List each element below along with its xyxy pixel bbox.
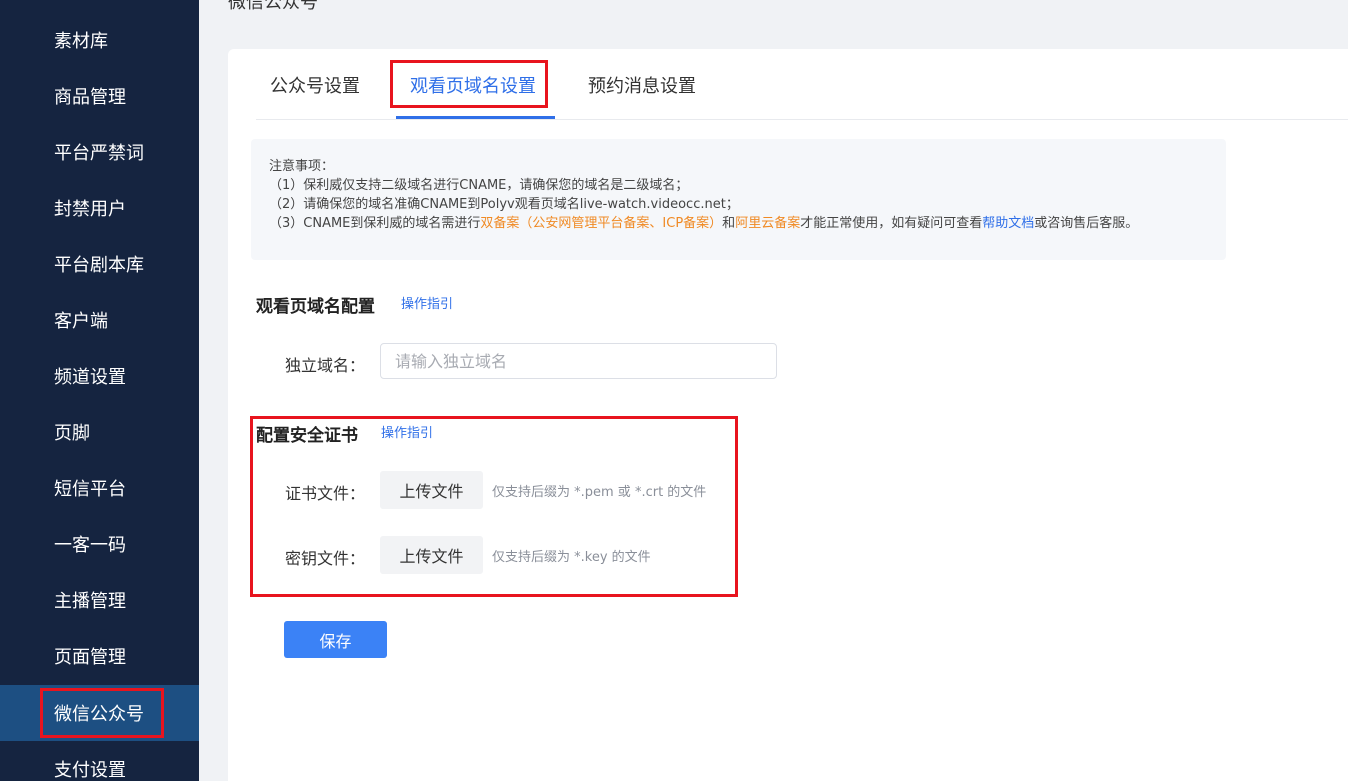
- sidebar-item-payment-settings[interactable]: 支付设置: [0, 741, 199, 781]
- sidebar-item-material-library[interactable]: 素材库: [0, 12, 199, 68]
- cert-file-hint: 仅支持后缀为 *.pem 或 *.crt 的文件: [492, 485, 707, 500]
- notice-line-3: （3）CNAME到保利威的域名需进行双备案（公安网管理平台备案、ICP备案）和阿…: [269, 214, 1226, 233]
- notice-line-3-text-e: 才能正常使用，如有疑问可查看: [800, 216, 983, 231]
- domain-section-title: 观看页域名配置: [256, 297, 375, 317]
- key-file-hint: 仅支持后缀为 *.key 的文件: [492, 550, 651, 565]
- notice-heading: 注意事项：: [269, 159, 335, 174]
- tab-reservation-message[interactable]: 预约消息设置: [588, 72, 696, 98]
- highlight-box-sidebar: [40, 688, 164, 738]
- notice-box: 注意事项： （1）保利威仅支持二级域名进行CNAME，请确保您的域名是二级域名；…: [251, 139, 1226, 260]
- cert-upload-button[interactable]: 上传文件: [380, 471, 483, 509]
- sidebar-item-banned-users[interactable]: 封禁用户: [0, 180, 199, 236]
- domain-guide-link[interactable]: 操作指引: [401, 293, 453, 312]
- highlight-box-tab: [390, 60, 548, 108]
- cert-guide-link[interactable]: 操作指引: [381, 422, 433, 441]
- save-button[interactable]: 保存: [284, 621, 387, 658]
- sidebar-item-client[interactable]: 客户端: [0, 292, 199, 348]
- sidebar-item-footer[interactable]: 页脚: [0, 404, 199, 460]
- help-doc-link[interactable]: 帮助文档: [982, 216, 1034, 231]
- notice-line-3-text-c: 和: [722, 216, 736, 231]
- sidebar: 素材库 商品管理 平台严禁词 封禁用户 平台剧本库 客户端 频道设置 页脚 短信…: [0, 0, 199, 781]
- notice-line-1: （1）保利威仅支持二级域名进行CNAME，请确保您的域名是二级域名；: [269, 178, 689, 193]
- sidebar-item-one-guest-one-code[interactable]: 一客一码: [0, 516, 199, 572]
- domain-input[interactable]: [380, 343, 777, 379]
- key-upload-button[interactable]: 上传文件: [380, 536, 483, 574]
- notice-aliyun-filing: 阿里云备案: [735, 216, 801, 231]
- page-title: 微信公众号: [228, 0, 318, 13]
- sidebar-item-product-management[interactable]: 商品管理: [0, 68, 199, 124]
- tab-account-settings[interactable]: 公众号设置: [270, 72, 360, 98]
- cert-section-title: 配置安全证书: [256, 426, 358, 446]
- sidebar-item-forbidden-words[interactable]: 平台严禁词: [0, 124, 199, 180]
- notice-dual-filing: 双备案（公安网管理平台备案、ICP备案）: [480, 216, 723, 231]
- sidebar-item-channel-settings[interactable]: 频道设置: [0, 348, 199, 404]
- sidebar-item-anchor-management[interactable]: 主播管理: [0, 572, 199, 628]
- domain-field-label: 独立域名：: [285, 356, 366, 375]
- notice-line-2: （2）请确保您的域名准确CNAME到Polyv观看页域名live-watch.v…: [269, 197, 739, 212]
- notice-line-3-text-a: （3）CNAME到保利威的域名需进行: [269, 216, 481, 231]
- active-tab-indicator: [396, 116, 555, 119]
- cert-file-label: 证书文件：: [285, 484, 366, 503]
- notice-line-3-text-g: 或咨询售后客服。: [1034, 216, 1139, 231]
- sidebar-item-sms-platform[interactable]: 短信平台: [0, 460, 199, 516]
- sidebar-item-script-library[interactable]: 平台剧本库: [0, 236, 199, 292]
- key-file-label: 密钥文件：: [285, 549, 366, 568]
- sidebar-item-page-management[interactable]: 页面管理: [0, 628, 199, 684]
